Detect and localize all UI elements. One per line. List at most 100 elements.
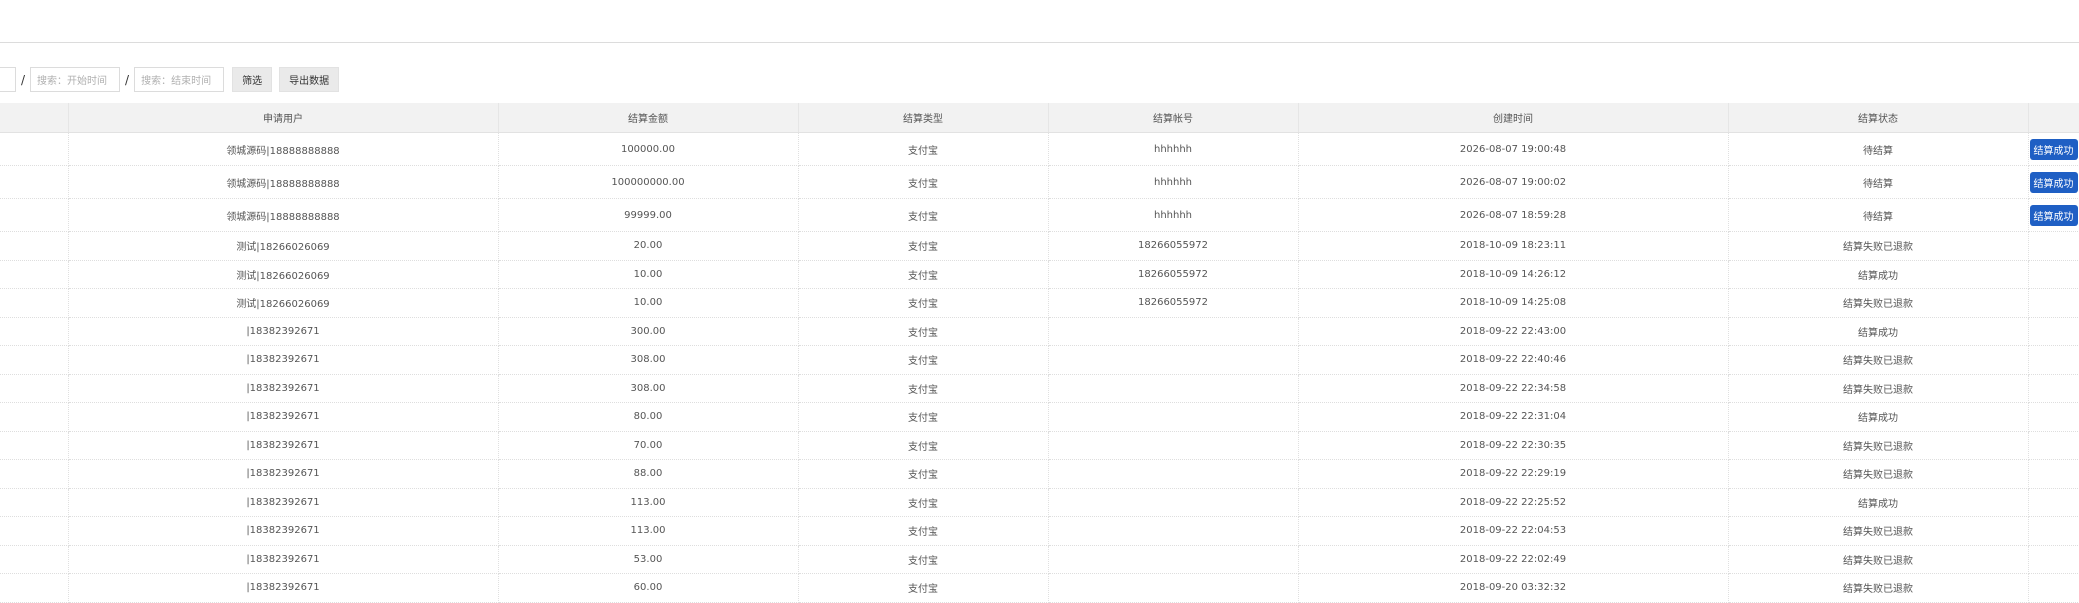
cell-account: 18266055972 [1048,288,1299,318]
cell-operation [2028,288,2079,318]
cell-user: 领城源码|18888888888 [68,132,499,166]
table-row: |18382392671 308.00 支付宝 2018-09-22 22:34:58… [0,374,2079,403]
cell-type: 支付宝 [798,198,1049,232]
cell-type: 支付宝 [798,488,1049,517]
cell-operation [2028,374,2079,403]
column-header-amount[interactable]: 结算金额 [498,103,799,133]
cell-status: 结算失败已退款 [1728,345,2029,375]
cell-select [0,132,69,166]
cell-operation [2028,317,2079,346]
column-header-status[interactable]: 结算状态 [1728,103,2029,133]
table-row: 测试|18266026069 20.00 支付宝 18266055972 2018-10… [0,231,2079,261]
cell-user: |18382392671 [68,402,499,432]
cell-operation [2028,516,2079,546]
cell-select [0,374,69,403]
column-header-user[interactable]: 申请用户 [68,103,499,133]
cell-operation: 结算成功 [2028,165,2079,199]
cell-created: 2018-09-22 22:25:52 [1298,488,1729,517]
cell-user: 测试|18266026069 [68,260,499,289]
cell-select [0,345,69,375]
end-time-input[interactable]: 搜索：结束时间 [134,67,225,92]
cell-created: 2018-09-22 22:34:58 [1298,374,1729,403]
cell-created: 2018-09-22 22:30:35 [1298,431,1729,460]
cell-amount: 99999.00 [498,198,799,232]
column-header-select [0,103,69,133]
cell-operation [2028,260,2079,289]
cell-created: 2018-10-09 18:23:11 [1298,231,1729,261]
table-row: |18382392671 80.00 支付宝 2018-09-22 22:31:04 结… [0,402,2079,432]
cell-user: |18382392671 [68,431,499,460]
table-row: |18382392671 60.00 支付宝 2018-09-20 03:32:32 结… [0,573,2079,603]
cell-account: hhhhhh [1048,132,1299,166]
cell-user: |18382392671 [68,374,499,403]
table-row: 领城源码|18888888888 99999.00 支付宝 hhhhhh 2026-08… [0,198,2079,232]
cell-account [1048,345,1299,375]
cell-user: |18382392671 [68,516,499,546]
cell-operation [2028,545,2079,574]
filter-button[interactable]: 筛选 [232,67,273,92]
cell-select [0,573,69,603]
cell-select [0,260,69,289]
cell-operation [2028,402,2079,432]
cell-status: 结算失败已退款 [1728,374,2029,403]
cell-select [0,165,69,199]
mark-settled-button[interactable]: 结算成功 [2029,171,2078,193]
table-row: 领城源码|18888888888 100000000.00 支付宝 hhhhhh 202… [0,165,2079,199]
cell-status: 结算失败已退款 [1728,288,2029,318]
cell-operation [2028,345,2079,375]
cell-status: 待结算 [1728,132,2029,166]
cell-select [0,488,69,517]
table-row: |18382392671 300.00 支付宝 2018-09-22 22:43:00… [0,317,2079,346]
cell-type: 支付宝 [798,545,1049,574]
cell-amount: 70.00 [498,431,799,460]
table-row: |18382392671 113.00 支付宝 2018-09-22 22:04:53… [0,516,2079,546]
cell-operation [2028,488,2079,517]
cell-account [1048,431,1299,460]
cell-status: 结算成功 [1728,488,2029,517]
cell-user: |18382392671 [68,573,499,603]
filter-separator: / [21,72,26,87]
start-time-input[interactable]: 搜索：开始时间 [30,67,121,92]
cell-amount: 308.00 [498,345,799,375]
cell-select [0,545,69,574]
cell-amount: 10.00 [498,288,799,318]
cell-type: 支付宝 [798,402,1049,432]
filter-bar: / 搜索：开始时间 / 搜索：结束时间 筛选 导出数据 [0,67,340,92]
cell-status: 结算失败已退款 [1728,573,2029,603]
cell-operation: 结算成功 [2028,132,2079,166]
cell-account [1048,488,1299,517]
previous-filter-input[interactable] [0,67,16,92]
cell-status: 结算成功 [1728,317,2029,346]
cell-status: 待结算 [1728,165,2029,199]
cell-user: 领城源码|18888888888 [68,198,499,232]
cell-amount: 88.00 [498,459,799,489]
settlement-table: 申请用户 结算金额 结算类型 结算帐号 创建时间 结算状态 领城源码|18888… [0,103,2079,603]
cell-amount: 113.00 [498,516,799,546]
export-data-button[interactable]: 导出数据 [279,67,340,92]
cell-created: 2018-09-22 22:43:00 [1298,317,1729,346]
cell-amount: 60.00 [498,573,799,603]
mark-settled-button[interactable]: 结算成功 [2029,204,2078,226]
column-header-created[interactable]: 创建时间 [1298,103,1729,133]
table-row: |18382392671 88.00 支付宝 2018-09-22 22:29:19 结… [0,459,2079,489]
cell-created: 2018-09-20 03:32:32 [1298,573,1729,603]
cell-type: 支付宝 [798,231,1049,261]
cell-operation [2028,431,2079,460]
cell-account: 18266055972 [1048,260,1299,289]
cell-user: |18382392671 [68,345,499,375]
cell-user: |18382392671 [68,459,499,489]
cell-account [1048,516,1299,546]
cell-status: 结算失败已退款 [1728,545,2029,574]
cell-account [1048,402,1299,432]
column-header-type[interactable]: 结算类型 [798,103,1049,133]
table-row: |18382392671 53.00 支付宝 2018-09-22 22:02:49 结… [0,545,2079,574]
mark-settled-button[interactable]: 结算成功 [2029,138,2078,160]
cell-created: 2026-08-07 18:59:28 [1298,198,1729,232]
cell-created: 2018-09-22 22:29:19 [1298,459,1729,489]
cell-status: 待结算 [1728,198,2029,232]
cell-created: 2026-08-07 19:00:02 [1298,165,1729,199]
cell-amount: 300.00 [498,317,799,346]
cell-account [1048,317,1299,346]
cell-user: 测试|18266026069 [68,288,499,318]
column-header-account[interactable]: 结算帐号 [1048,103,1299,133]
